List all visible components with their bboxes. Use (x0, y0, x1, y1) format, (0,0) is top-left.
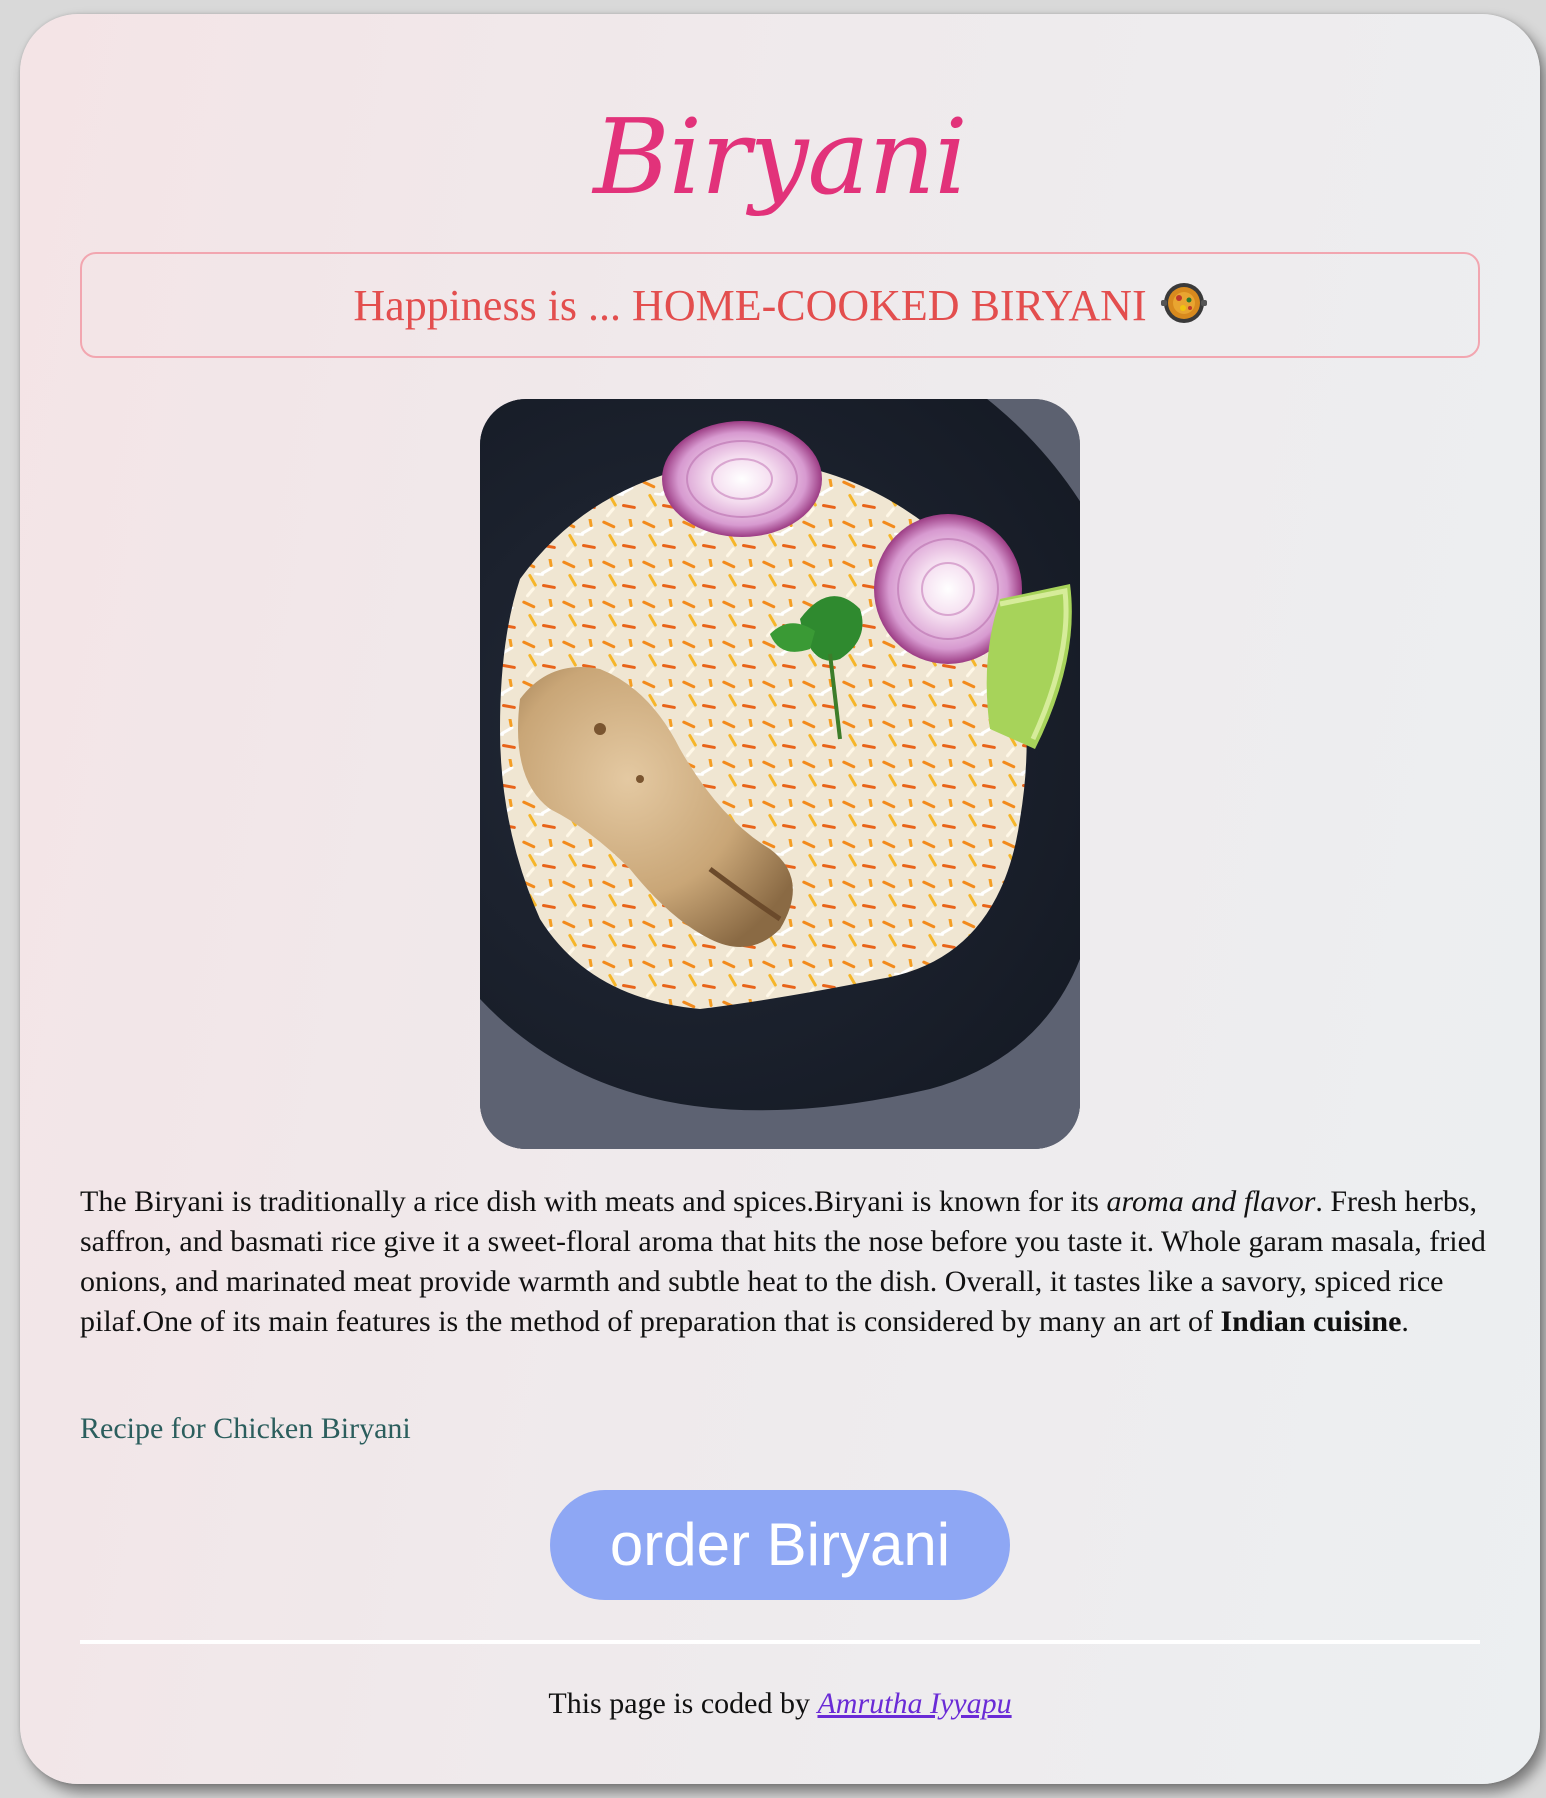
footer: This page is coded by Amrutha Iyyapu (20, 1684, 1540, 1724)
page-card: Biryani Happiness is ... HOME-COOKED BIR… (20, 14, 1540, 1784)
order-biryani-button[interactable]: order Biryani (550, 1490, 1010, 1600)
paella-pan-icon (1160, 280, 1207, 326)
biryani-description: The Biryani is traditionally a rice dish… (80, 1182, 1490, 1342)
author-link[interactable]: Amrutha Iyyapu (817, 1687, 1011, 1720)
biryani-photo (480, 399, 1080, 1149)
description-end: . (1401, 1305, 1409, 1338)
footer-divider (80, 1640, 1480, 1644)
tagline-text: Happiness is ... HOME-COOKED BIRYANI (353, 280, 1147, 330)
recipe-link[interactable]: Recipe for Chicken Biryani (80, 1409, 411, 1449)
tagline-box: Happiness is ... HOME-COOKED BIRYANI (80, 252, 1480, 358)
footer-text: This page is coded by (548, 1687, 818, 1720)
biryani-image (480, 399, 1080, 1149)
description-emphasis: aroma and flavor (1106, 1185, 1316, 1218)
page-title: Biryani (593, 96, 967, 218)
description-strong: Indian cuisine (1220, 1305, 1402, 1338)
description-text: The Biryani is traditionally a rice dish… (80, 1185, 1107, 1218)
